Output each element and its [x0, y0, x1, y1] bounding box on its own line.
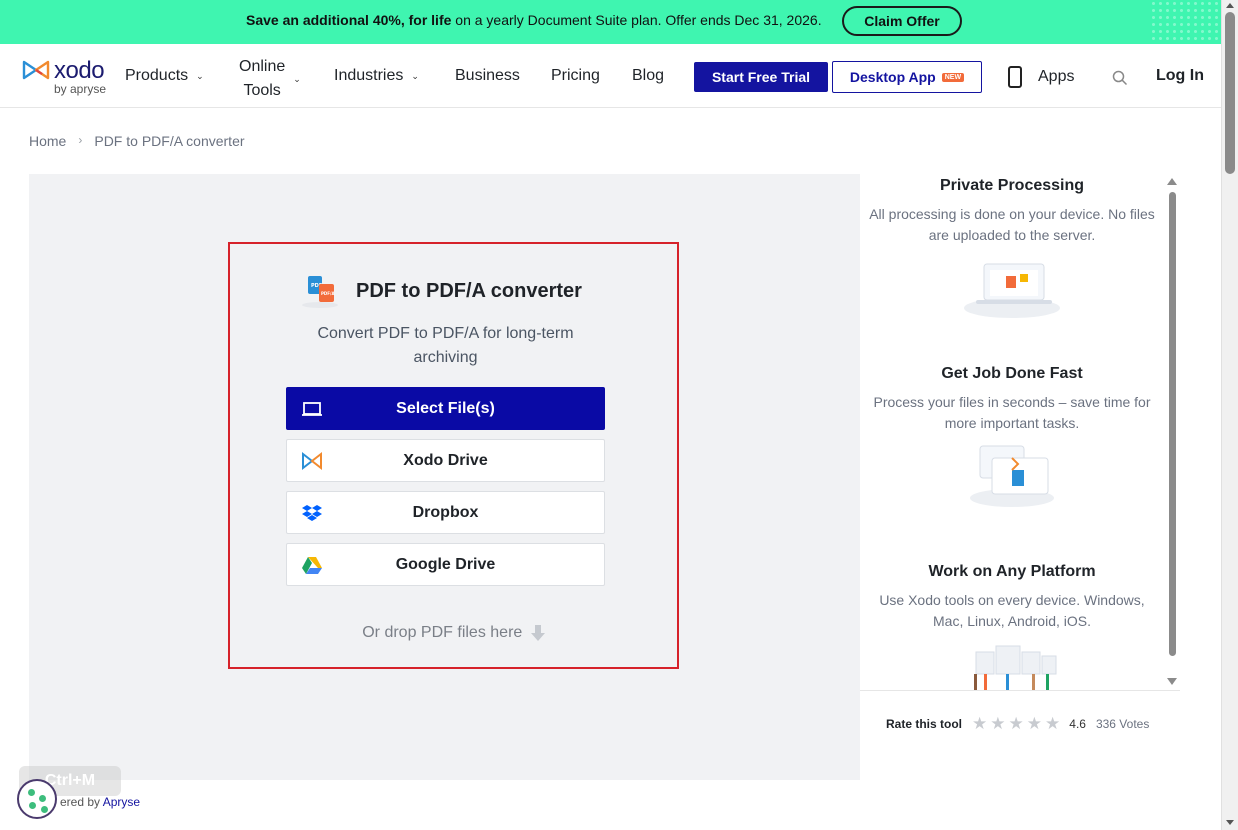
converter-workarea: PDF PDF/A PDF to PDF/A converter Convert…	[29, 174, 860, 780]
converter-title: PDF PDF/A PDF to PDF/A converter	[300, 272, 582, 310]
cookie-dot	[29, 802, 36, 809]
breadcrumb-current: PDF to PDF/A converter	[94, 133, 245, 149]
chevron-down-icon: ⌄	[411, 70, 419, 81]
page-scrollbar[interactable]	[1221, 0, 1238, 830]
scroll-down-icon[interactable]	[1167, 678, 1177, 685]
feature-title: Work on Any Platform	[928, 563, 1096, 580]
google-drive-label: Google Drive	[395, 555, 496, 573]
xodo-drive-icon	[302, 451, 322, 471]
feature-desc: Process your files in seconds – save tim…	[873, 394, 1151, 431]
features-panel: Private Processing All processing is don…	[866, 174, 1166, 690]
rating-bar: Rate this tool ★ ★ ★ ★ ★ 4.6 336 Votes	[860, 690, 1180, 756]
fast-processing-illustration	[970, 445, 1054, 507]
scroll-up-icon[interactable]	[1226, 3, 1234, 8]
xodo-drive-button[interactable]: Xodo Drive	[286, 439, 605, 482]
laptop-icon	[302, 402, 322, 416]
powered-by: ered by Apryse	[60, 795, 140, 809]
nav-products-label: Products	[125, 67, 189, 84]
feature-job-done-fast: Get Job Done Fast Process your files in …	[866, 365, 1158, 513]
cookie-dot	[41, 806, 48, 813]
cookie-dot	[28, 789, 35, 796]
star-icon[interactable]: ★	[1045, 714, 1060, 734]
nav-business[interactable]: Business	[455, 67, 520, 85]
feature-title: Private Processing	[939, 177, 1085, 194]
apps-link[interactable]: Apps	[1008, 66, 1074, 88]
nav-pricing[interactable]: Pricing	[551, 67, 600, 85]
claim-offer-button[interactable]: Claim Offer	[842, 6, 962, 36]
star-icon[interactable]: ★	[1027, 714, 1042, 734]
search-icon[interactable]	[1112, 70, 1128, 86]
nav-blog[interactable]: Blog	[632, 67, 664, 85]
phone-icon	[1008, 66, 1022, 88]
cookie-dot	[39, 795, 46, 802]
feature-any-platform: Work on Any Platform Use Xodo tools on e…	[866, 563, 1158, 690]
feature-title: Get Job Done Fast	[941, 365, 1083, 382]
converter-description: Convert PDF to PDF/A for long-term archi…	[317, 325, 574, 366]
nav-industries-label: Industries	[334, 67, 404, 84]
xodo-logo-icon	[22, 60, 50, 80]
private-processing-illustration	[964, 263, 1060, 318]
promo-text: Save an additional 40%, for life on a ye…	[246, 12, 822, 28]
pdf-to-pdfa-icon: PDF PDF/A	[302, 276, 338, 308]
desktop-app-label: Desktop App	[849, 69, 936, 85]
feature-desc: All processing is done on your device. N…	[869, 206, 1155, 243]
top-nav: xodo by apryse Products ⌄ Online Tools ⌄ I…	[0, 44, 1221, 108]
dropbox-button[interactable]: Dropbox	[286, 491, 605, 534]
arrow-down-icon	[530, 625, 545, 641]
nav-online-tools-label: Online Tools	[239, 58, 286, 99]
scroll-down-icon[interactable]	[1226, 820, 1234, 825]
page-scroll-thumb[interactable]	[1225, 12, 1235, 174]
features-scroll-thumb[interactable]	[1169, 192, 1176, 656]
login-link[interactable]: Log In	[1156, 67, 1204, 85]
google-drive-button[interactable]: Google Drive	[286, 543, 605, 586]
chevron-down-icon: ⌄	[293, 73, 301, 84]
nav-online-tools[interactable]: Online Tools ⌄	[239, 55, 301, 103]
rating-votes: 336 Votes	[1095, 716, 1150, 731]
desktop-app-button[interactable]: Desktop App NEW	[832, 61, 982, 93]
breadcrumb: Home › PDF to PDF/A converter	[29, 133, 245, 149]
svg-text:PDF/A: PDF/A	[321, 291, 335, 296]
xodo-logo[interactable]: xodo by apryse	[22, 56, 117, 100]
platforms-illustration	[974, 645, 1057, 690]
drop-hint-text: Or drop PDF files here	[362, 624, 523, 642]
dropbox-icon	[302, 505, 322, 521]
scroll-up-icon[interactable]	[1167, 178, 1177, 185]
breadcrumb-home[interactable]: Home	[29, 133, 66, 149]
start-free-trial-button[interactable]: Start Free Trial	[694, 62, 828, 92]
rating-value: 4.6	[1069, 716, 1086, 731]
breadcrumb-separator: ›	[78, 133, 83, 147]
logo-sub: by apryse	[54, 82, 107, 96]
banner-decoration	[1150, 0, 1221, 44]
logo-word: xodo	[54, 57, 105, 84]
select-files-label: Select File(s)	[396, 399, 495, 417]
promo-banner: Save an additional 40%, for life on a ye…	[0, 0, 1221, 44]
star-icon[interactable]: ★	[972, 714, 987, 734]
xodo-drive-label: Xodo Drive	[403, 451, 488, 469]
apps-label: Apps	[1038, 68, 1075, 85]
google-drive-icon	[302, 557, 322, 574]
feature-private-processing: Private Processing All processing is don…	[866, 177, 1158, 325]
star-icon[interactable]: ★	[1009, 714, 1024, 734]
feature-desc: Use Xodo tools on every device. Windows,…	[879, 592, 1145, 629]
drop-hint: Or drop PDF files here	[230, 624, 677, 642]
features-scrollbar[interactable]	[1167, 178, 1179, 688]
select-files-button[interactable]: Select File(s)	[286, 387, 605, 430]
apryse-link[interactable]: Apryse	[103, 795, 140, 809]
powered-by-text: ered by	[60, 795, 103, 809]
dropbox-label: Dropbox	[412, 503, 479, 521]
nav-industries[interactable]: Industries ⌄	[334, 67, 419, 85]
cookie-settings-button[interactable]	[17, 779, 57, 819]
rating-label: Rate this tool	[886, 716, 963, 731]
new-badge: NEW	[941, 72, 965, 82]
nav-products[interactable]: Products ⌄	[125, 67, 204, 85]
chevron-down-icon: ⌄	[196, 70, 204, 81]
file-drop-zone[interactable]: PDF PDF/A PDF to PDF/A converter Convert…	[228, 242, 679, 669]
star-icon[interactable]: ★	[990, 714, 1005, 734]
converter-title-text: PDF to PDF/A converter	[356, 279, 582, 302]
